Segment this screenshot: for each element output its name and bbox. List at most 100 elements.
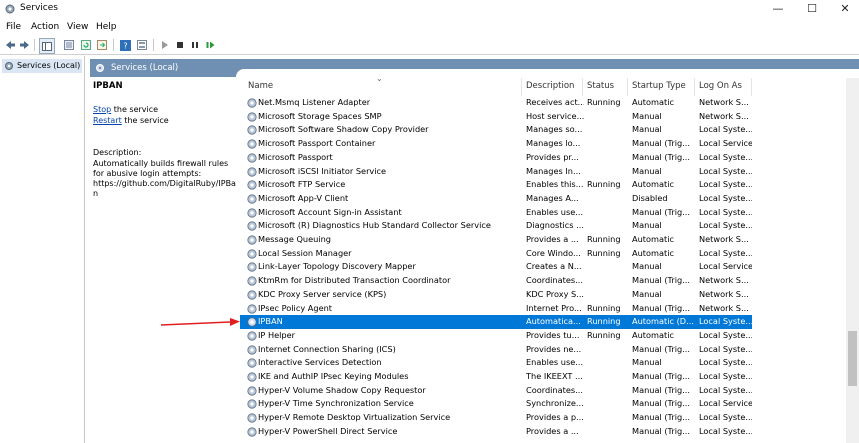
cell-name: Hyper-V Volume Shadow Copy Requestor xyxy=(258,384,426,395)
stop-service-link[interactable]: Stop xyxy=(93,105,111,114)
cell-log-on-as: Local Syste... xyxy=(699,179,752,190)
service-row[interactable]: Microsoft Passport Container Manages lo..… xyxy=(240,137,752,151)
forward-icon[interactable] xyxy=(17,38,31,52)
minimize-button[interactable]: — xyxy=(764,0,792,18)
cell-description: Coordinates... xyxy=(526,384,583,395)
menu-action[interactable]: Action xyxy=(31,22,59,32)
properties-icon[interactable] xyxy=(62,38,76,52)
service-row[interactable]: Microsoft Storage Spaces SMP Host service… xyxy=(240,110,752,124)
window-title: Services xyxy=(20,3,58,13)
service-row[interactable]: Link-Layer Topology Discovery Mapper Crea… xyxy=(240,260,752,274)
extended-description-pane: IPBAN Stop the service Restart the servi… xyxy=(90,78,238,443)
cell-log-on-as: Local Syste... xyxy=(699,412,752,423)
cell-log-on-as: Network S... xyxy=(699,234,749,244)
service-row[interactable]: Microsoft (R) Diagnostics Hub Standard C… xyxy=(240,219,752,233)
service-row[interactable]: Net.Msmq Listener Adapter Receives act...… xyxy=(240,96,752,110)
tree-item-services-local[interactable]: Services (Local) xyxy=(2,59,82,73)
column-header-status[interactable]: Status xyxy=(583,78,628,96)
column-header-log-on-as[interactable]: Log On As xyxy=(695,78,752,96)
menu-view[interactable]: View xyxy=(67,22,88,32)
cell-startup-type: Manual xyxy=(632,110,662,121)
service-row[interactable]: Message Queuing Provides a ... Running Auto… xyxy=(240,233,752,247)
service-gear-icon xyxy=(247,180,257,190)
toolbar-separator xyxy=(113,39,114,51)
services-gear-icon xyxy=(96,63,104,72)
service-row[interactable]: IKE and AuthIP IPsec Keying Modules The I… xyxy=(240,370,752,384)
toolbar-separator xyxy=(153,39,154,51)
service-row[interactable]: Hyper-V Time Synchronization Service Sync… xyxy=(240,397,752,411)
show-hide-tree-icon[interactable] xyxy=(39,38,55,54)
cell-status xyxy=(587,137,629,151)
stop-service-icon[interactable] xyxy=(173,38,187,52)
cell-description: Enables use... xyxy=(526,206,584,217)
cell-name: IP Helper xyxy=(258,329,296,340)
cell-startup-type: Manual (Trig... xyxy=(632,275,690,286)
column-header-description[interactable]: Description xyxy=(522,78,583,96)
service-row[interactable]: KtmRm for Distributed Transaction Coordi… xyxy=(240,274,752,288)
cell-log-on-as: Local Service xyxy=(699,398,752,409)
service-gear-icon xyxy=(247,399,257,409)
scrollbar-thumb[interactable] xyxy=(848,331,857,386)
service-row[interactable]: Hyper-V PowerShell Direct Service Provide… xyxy=(240,425,752,439)
service-row[interactable]: Internet Connection Sharing (ICS) Provide… xyxy=(240,343,752,357)
column-header-startup-type[interactable]: Startup Type xyxy=(628,78,695,96)
service-row[interactable]: IPsec Policy Agent Internet Pro... Running… xyxy=(240,302,752,316)
cell-status xyxy=(587,123,629,137)
stop-service-suffix: the service xyxy=(111,105,159,114)
back-icon[interactable] xyxy=(3,38,17,52)
tree-item-label: Services (Local) xyxy=(17,61,81,70)
restart-service-link[interactable]: Restart xyxy=(93,116,122,125)
service-row[interactable]: Microsoft iSCSI Initiator Service Manages… xyxy=(240,165,752,179)
cell-startup-type: Manual xyxy=(632,220,662,231)
restart-service-icon[interactable] xyxy=(203,38,217,52)
cell-name: IKE and AuthIP IPsec Keying Modules xyxy=(258,371,409,381)
close-button[interactable]: ✕ xyxy=(831,0,859,18)
cell-name: Microsoft iSCSI Initiator Service xyxy=(258,165,387,176)
cell-startup-type: Automatic xyxy=(632,329,674,340)
cell-description: Manages so... xyxy=(526,124,583,135)
cell-description: The IKEEXT ... xyxy=(526,371,583,381)
cell-startup-type: Manual (Trig... xyxy=(632,384,690,395)
service-gear-icon xyxy=(247,331,257,341)
view-list-icon[interactable] xyxy=(135,38,149,52)
cell-status: Running xyxy=(587,329,621,340)
service-row[interactable]: Local Session Manager Core Windo... Runnin… xyxy=(240,247,752,261)
service-row[interactable]: Microsoft FTP Service Enables this... Runn… xyxy=(240,178,752,192)
cell-startup-type: Automatic xyxy=(632,234,674,244)
service-row[interactable]: Interactive Services Detection Enables us… xyxy=(240,356,752,370)
cell-status xyxy=(587,356,629,370)
service-row[interactable]: Microsoft Passport Provides pr... Manual (… xyxy=(240,151,752,165)
service-row[interactable]: Hyper-V Volume Shadow Copy Requestor Coor… xyxy=(240,384,752,398)
service-gear-icon xyxy=(247,290,257,300)
cell-description: Provides tu... xyxy=(526,329,580,340)
column-header-name[interactable]: Name xyxy=(244,78,522,96)
menu-help[interactable]: Help xyxy=(96,22,117,32)
maximize-button[interactable]: ☐ xyxy=(798,0,826,18)
stop-service-row: Stop the service xyxy=(93,105,158,114)
cell-log-on-as: Local Service xyxy=(699,138,752,149)
cell-log-on-as: Local Syste... xyxy=(699,357,752,368)
export-list-icon[interactable] xyxy=(95,38,109,52)
cell-description: Provides a ... xyxy=(526,425,579,436)
service-row[interactable]: IPBAN Automatica... Running Automatic (D...… xyxy=(240,315,752,329)
service-row[interactable]: IP Helper Provides tu... Running Automatic L… xyxy=(240,329,752,343)
pause-service-icon[interactable] xyxy=(188,38,202,52)
service-gear-icon xyxy=(247,112,257,122)
service-row[interactable]: Microsoft App-V Client Manages A... Disabl… xyxy=(240,192,752,206)
cell-status xyxy=(587,274,629,288)
menu-file[interactable]: File xyxy=(6,22,21,32)
service-row[interactable]: Hyper-V Remote Desktop Virtualization Se… xyxy=(240,411,752,425)
service-row[interactable]: Microsoft Account Sign-in Assistant Enabl… xyxy=(240,206,752,220)
cell-description: Manages lo... xyxy=(526,138,581,149)
start-service-icon[interactable] xyxy=(158,38,172,52)
cell-status xyxy=(587,343,629,357)
service-row[interactable]: KDC Proxy Server service (KPS) KDC Proxy … xyxy=(240,288,752,302)
help-icon[interactable]: ? xyxy=(118,38,132,52)
cell-name: Microsoft App-V Client xyxy=(258,192,349,203)
cell-name: Microsoft (R) Diagnostics Hub Standard C… xyxy=(258,220,491,231)
vertical-scrollbar[interactable] xyxy=(846,78,859,443)
refresh-icon[interactable] xyxy=(79,38,93,52)
cell-log-on-as: Local Service xyxy=(699,261,752,272)
service-row[interactable]: Microsoft Software Shadow Copy Provider M… xyxy=(240,123,752,137)
cell-name: Hyper-V Time Synchronization Service xyxy=(258,398,414,409)
